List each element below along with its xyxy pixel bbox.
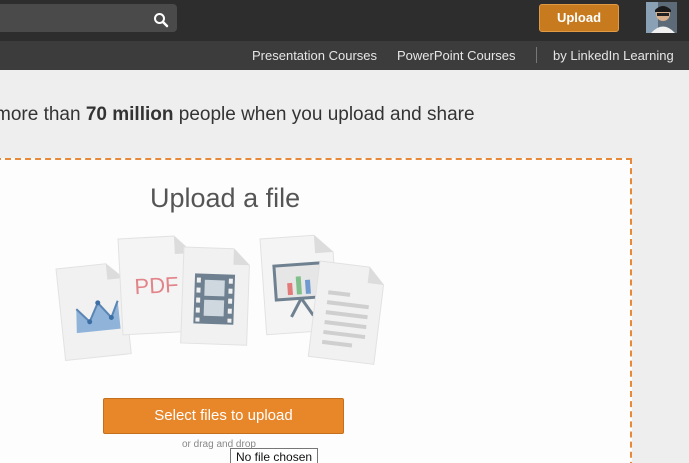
upload-button[interactable]: Upload (539, 4, 619, 32)
sub-navigation: Presentation Courses PowerPoint Courses … (0, 41, 689, 70)
search-icon[interactable] (153, 12, 169, 28)
top-bar: Upload (0, 0, 689, 41)
search-input[interactable] (0, 4, 177, 32)
svg-text:PDF: PDF (134, 272, 179, 299)
file-input-tooltip: No file chosen (230, 448, 319, 463)
video-doc-icon (180, 246, 250, 346)
avatar[interactable] (646, 2, 677, 33)
divider (536, 47, 537, 63)
tagline: more than 70 million people when you upl… (0, 104, 475, 125)
nav-powerpoint-courses[interactable]: PowerPoint Courses (397, 48, 516, 63)
text-doc-icon (307, 260, 385, 365)
select-files-button[interactable]: Select files to upload (103, 398, 344, 434)
file-types-illustration: PDF (55, 234, 385, 365)
nav-presentation-courses[interactable]: Presentation Courses (252, 48, 377, 63)
nav-linkedin-learning[interactable]: by LinkedIn Learning (553, 48, 674, 63)
upload-title: Upload a file (150, 183, 301, 213)
